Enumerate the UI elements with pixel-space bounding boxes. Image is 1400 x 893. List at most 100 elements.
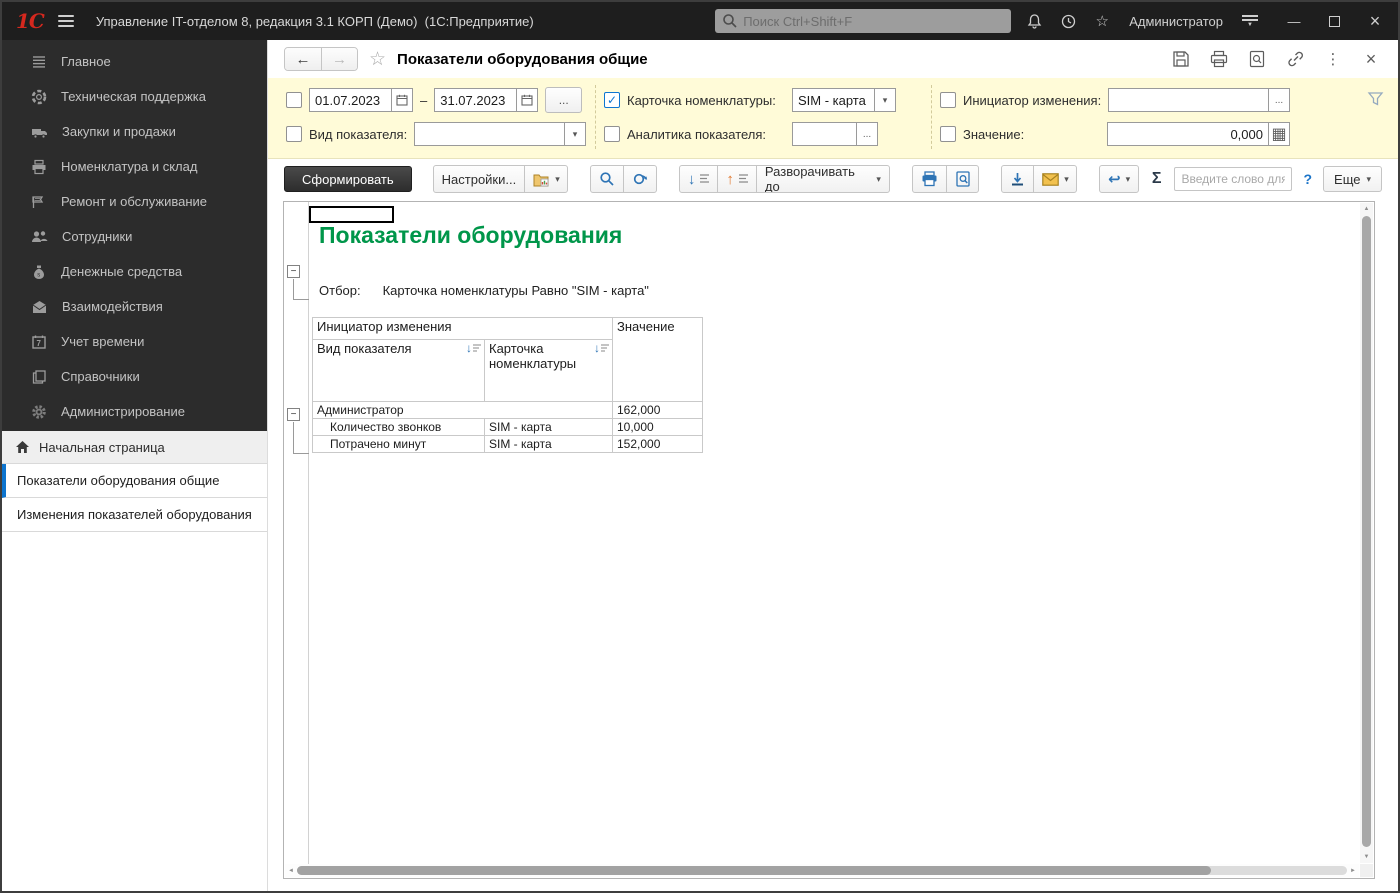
sidebar-item-employees[interactable]: Сотрудники (2, 219, 267, 254)
analytics-select-icon[interactable]: ... (856, 123, 877, 145)
filter-panel: – ... ✓ Карточка номенклатуры: (268, 78, 1398, 159)
collapse-all-button[interactable]: ↓ (680, 166, 718, 192)
table-row-group[interactable]: Администратор 162,000 (312, 401, 703, 419)
date-from-input[interactable] (310, 89, 391, 111)
print-button[interactable] (913, 166, 946, 192)
collapse-report-group-icon[interactable]: − (287, 265, 300, 278)
card-checkbox[interactable]: ✓ (604, 92, 620, 108)
card-dropdown-icon[interactable]: ▾ (874, 89, 895, 111)
send-mail-button[interactable]: ▾ (1033, 166, 1076, 192)
scroll-down-icon[interactable]: ▼ (1360, 851, 1373, 863)
settings-button[interactable]: Настройки... (434, 166, 525, 192)
help-icon[interactable]: ? (1301, 171, 1314, 187)
horizontal-scroll-track[interactable] (297, 866, 1347, 875)
sidebar-item-catalogs[interactable]: Справочники (2, 359, 267, 394)
favorites-star-icon[interactable]: ☆ (1091, 10, 1113, 32)
selected-cell[interactable] (309, 206, 394, 223)
generate-button[interactable]: Сформировать (284, 166, 412, 192)
sidebar-item-time[interactable]: 7 Учет времени (2, 324, 267, 359)
sidebar-item-money[interactable]: s Денежные средства (2, 254, 267, 289)
dropdown-caret-icon: ▾ (555, 173, 560, 184)
forward-button[interactable]: → (321, 48, 357, 70)
calendar-icon[interactable] (391, 89, 412, 111)
report-variants-button[interactable]: ▾ (524, 166, 566, 192)
initiator-checkbox[interactable] (940, 92, 956, 108)
open-page-tab[interactable]: Изменения показателей оборудования (2, 498, 267, 532)
sort-icon[interactable]: ↓ (594, 342, 609, 354)
calculator-icon[interactable]: ▦ (1268, 123, 1289, 145)
more-button[interactable]: Еще ▾ (1323, 166, 1383, 192)
search-input[interactable] (715, 9, 1012, 33)
period-options-button[interactable]: ... (545, 87, 583, 113)
horizontal-scrollbar[interactable]: ◄ ► (285, 864, 1359, 877)
calendar-icon[interactable] (516, 89, 538, 111)
analytics-checkbox[interactable] (604, 126, 620, 142)
initiator-select-icon[interactable]: ... (1268, 89, 1289, 111)
1c-logo: 1С (16, 9, 45, 33)
undo-button[interactable]: ↩ ▾ (1100, 166, 1138, 192)
kind-dropdown-icon[interactable]: ▾ (564, 123, 585, 145)
expand-all-button[interactable]: ↑ (717, 166, 756, 192)
card-input[interactable] (793, 89, 874, 111)
quick-find-input[interactable] (1174, 167, 1293, 191)
initiator-input[interactable] (1109, 89, 1268, 111)
header-kind[interactable]: Вид показателя ↓ (312, 339, 485, 402)
kind-input[interactable] (415, 123, 564, 145)
minimize-button[interactable]: — (1283, 10, 1305, 32)
back-button[interactable]: ← (285, 48, 321, 70)
vertical-scroll-thumb[interactable] (1362, 216, 1371, 847)
date-to-input[interactable] (435, 89, 517, 111)
sidebar-item-administration[interactable]: Администрирование (2, 394, 267, 429)
open-page-tab-active[interactable]: Показатели оборудования общие (2, 464, 267, 498)
save-icon[interactable] (1170, 48, 1192, 70)
scroll-right-icon[interactable]: ► (1347, 868, 1359, 874)
scroll-left-icon[interactable]: ◄ (285, 868, 297, 874)
magnifier-icon (599, 172, 614, 186)
filter-analytics: Аналитика показателя: ... (604, 122, 922, 146)
collapse-panel-icon[interactable]: ▼ (1239, 15, 1261, 28)
vertical-scrollbar[interactable]: ▲ ▼ (1360, 203, 1373, 863)
analytics-input[interactable] (793, 123, 856, 145)
find-next-button[interactable] (622, 166, 656, 192)
sidebar-item-home[interactable]: Начальная страница (2, 431, 267, 464)
close-window-button[interactable]: × (1364, 10, 1386, 32)
main-menu-icon[interactable] (56, 13, 76, 29)
collapse-admin-group-icon[interactable]: − (287, 408, 300, 421)
header-initiator[interactable]: Инициатор изменения (312, 317, 613, 340)
add-favorite-star-icon[interactable]: ☆ (369, 48, 386, 71)
sidebar-item-support[interactable]: Техническая поддержка (2, 79, 267, 114)
sort-icon[interactable]: ↓ (466, 342, 481, 354)
print-preview-button[interactable] (945, 166, 978, 192)
sidebar-item-interactions[interactable]: Взаимодействия (2, 289, 267, 324)
table-row[interactable]: Потрачено минут SIM - карта 152,000 (312, 435, 703, 453)
notifications-bell-icon[interactable] (1023, 10, 1045, 32)
value-checkbox[interactable] (940, 126, 956, 142)
value-input[interactable] (1107, 123, 1268, 145)
expand-to-button[interactable]: Разворачивать до ▾ (755, 166, 889, 192)
more-actions-icon[interactable]: ⋮ (1322, 48, 1344, 70)
current-user[interactable]: Администратор (1129, 14, 1223, 29)
print-icon[interactable] (1208, 48, 1230, 70)
get-link-icon[interactable] (1284, 48, 1306, 70)
sidebar-sections: Главное Техническая поддержка Закупки и … (2, 40, 267, 431)
sum-sigma-button[interactable]: Σ (1148, 170, 1166, 188)
header-value[interactable]: Значение (612, 317, 703, 402)
horizontal-scroll-thumb[interactable] (297, 866, 1211, 875)
maximize-button[interactable] (1329, 15, 1340, 27)
sidebar-item-main[interactable]: Главное (2, 44, 267, 79)
find-button[interactable] (591, 166, 623, 192)
period-checkbox[interactable] (286, 92, 302, 108)
sidebar-item-nomenclature[interactable]: Номенклатура и склад (2, 149, 267, 184)
save-file-button[interactable] (1002, 166, 1033, 192)
scroll-up-icon[interactable]: ▲ (1360, 203, 1373, 215)
history-icon[interactable] (1057, 10, 1079, 32)
preview-icon[interactable] (1246, 48, 1268, 70)
kind-checkbox[interactable] (286, 126, 302, 142)
calendar-icon: 7 (32, 335, 46, 349)
sidebar-item-purchases[interactable]: Закупки и продажи (2, 114, 267, 149)
sidebar-item-repair[interactable]: Ремонт и обслуживание (2, 184, 267, 219)
filter-funnel-icon[interactable] (1367, 91, 1384, 107)
close-page-icon[interactable]: × (1360, 48, 1382, 70)
header-card[interactable]: Карточка номенклатуры ↓ (484, 339, 613, 402)
table-row[interactable]: Количество звонков SIM - карта 10,000 (312, 418, 703, 436)
